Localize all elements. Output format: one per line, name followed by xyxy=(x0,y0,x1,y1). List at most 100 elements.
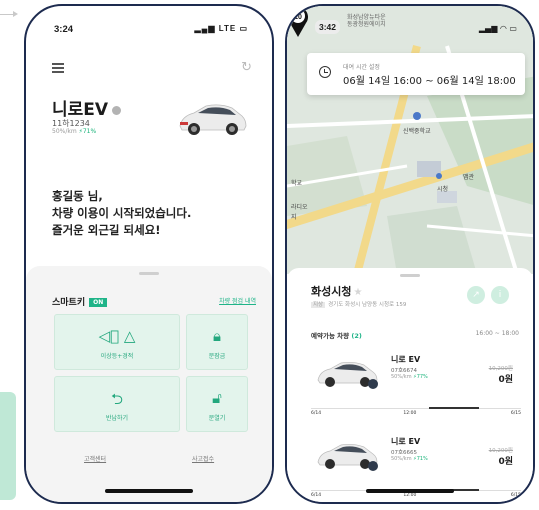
info-dot-icon[interactable] xyxy=(112,105,122,115)
battery-pct-value: 77% xyxy=(416,374,428,380)
car-image xyxy=(317,361,378,389)
original-price: 10,200원 xyxy=(488,448,513,454)
support-center-link[interactable]: 고객센터 xyxy=(84,454,106,463)
map-label-left-2: 라디오 xyxy=(291,204,308,211)
map-view[interactable]: 화성남양뉴타운 동광청원에이치 3:42 ▂▄▆ ◠ ▭ 대여 시간 설정 06… xyxy=(287,6,533,274)
battery-pct-value: 71% xyxy=(416,456,428,462)
horn-light-icon: ◁⃒ △ xyxy=(98,327,136,345)
map-label-left-3: 지 xyxy=(291,214,297,221)
phone-reservation: 화성남양뉴타운 동광청원에이치 3:42 ▂▄▆ ◠ ▭ 대여 시간 설정 06… xyxy=(285,4,535,504)
timeline-end: 6/15 xyxy=(510,493,521,498)
available-time: 16:00 ~ 18:00 xyxy=(475,330,519,337)
side-tab-decoration xyxy=(0,392,16,500)
rental-time-value: 06월 14일 16:00 ~ 06월 14일 18:00 xyxy=(343,76,516,87)
station-title: 화성시청 ★ xyxy=(311,283,362,299)
map-label-hall: 시청 xyxy=(437,186,449,193)
map-label-left-1: 학교 xyxy=(291,180,303,187)
info-icon[interactable]: i xyxy=(491,286,509,304)
timeline-end: 6/15 xyxy=(510,411,521,416)
arrow-line-decoration xyxy=(0,11,18,17)
station-address: 지상 경기도 화성시 남양동 시청로 159 xyxy=(311,300,406,308)
battery-pct: ⚡71% xyxy=(78,128,97,135)
timeline-start: 6/14 xyxy=(311,411,322,416)
share-icon[interactable]: ↗ xyxy=(467,286,485,304)
station-sheet: 화성시청 ★ 지상 경기도 화성시 남양동 시청로 159 ↗ i 예약가능 차량 … xyxy=(287,268,533,502)
timeline-selected-range xyxy=(428,407,479,409)
original-price: 10,200원 xyxy=(488,366,513,372)
timeline-start: 6/14 xyxy=(311,493,322,498)
car-name: 니로EV xyxy=(52,100,109,120)
car-card[interactable]: 니로 EV 07호6674 50%/km ⚡77% 10,200원 0원 xyxy=(307,348,525,408)
status-bar: 3:24 ▂▄▆ LTE ▭ xyxy=(54,24,248,38)
car-card[interactable]: 니로 EV 07호6665 50%/km ⚡71% 10,200원 0원 xyxy=(307,430,525,490)
status-time: 3:42 xyxy=(315,20,341,34)
map-label-top-1: 화성남양뉴타운 xyxy=(347,14,386,21)
greeting-line-2: 차량 이용이 시작되었습니다. xyxy=(52,206,192,220)
car-title: 니로EV xyxy=(52,95,122,120)
meter-prefix: 50%/km xyxy=(52,128,77,135)
status-time: 3:24 xyxy=(54,24,74,35)
sheet-handle[interactable] xyxy=(400,274,420,277)
screenshot-canvas: 3:24 ▂▄▆ LTE ▭ ↻ 니로EV 11하1234 50%/km ⚡71… xyxy=(0,0,539,510)
unlock-label: 문열기 xyxy=(208,415,226,422)
map-label-poi: 맵관 xyxy=(463,174,475,181)
unlock-icon: 🔓︎ xyxy=(212,389,222,407)
hamburger-menu-icon[interactable] xyxy=(52,63,64,73)
price: 0원 xyxy=(498,457,513,467)
smartkey-label: 스마트키 xyxy=(52,298,86,308)
refresh-icon[interactable]: ↻ xyxy=(241,60,252,75)
available-label: 예약가능 차량 xyxy=(311,332,350,340)
parking-tag: 지상 xyxy=(311,302,326,308)
price: 0원 xyxy=(498,375,513,385)
smartkey-on-badge: ON xyxy=(89,298,108,307)
map-label-school: 신백중학교 xyxy=(403,128,431,135)
greeting-line-3: 즐거운 외근길 되세요! xyxy=(52,223,161,237)
timeline-mid: 12:00 xyxy=(403,411,417,416)
greeting-message: 홍길동 님, 차량 이용이 시작되었습니다. 즐거운 외근길 되세요! xyxy=(52,188,191,239)
greeting-line-1: 홍길동 님, xyxy=(52,189,103,203)
map-top-labels: 화성남양뉴타운 동광청원에이치 xyxy=(347,14,386,28)
return-label: 반납하기 xyxy=(105,415,129,422)
station-name: 화성시청 xyxy=(311,285,352,298)
lock-button[interactable]: 🔒︎ 문잠금 xyxy=(186,314,248,370)
map-pin-icon[interactable]: 10 xyxy=(287,6,309,38)
horn-light-button[interactable]: ◁⃒ △ 이상등+경적 xyxy=(54,314,180,370)
car-plate: 07호6674 xyxy=(391,368,418,374)
car-image xyxy=(179,104,247,135)
favorite-star-icon[interactable]: ★ xyxy=(353,287,362,298)
car-image xyxy=(317,443,378,471)
horn-light-label: 이상등+경적 xyxy=(100,353,134,360)
car-meter: 50%/km ⚡71% xyxy=(52,128,96,135)
timeline-bar xyxy=(311,408,521,409)
available-cars-title: 예약가능 차량 (2) xyxy=(311,330,362,340)
timeline-mid: 12:00 xyxy=(403,493,417,498)
sheet-handle[interactable] xyxy=(139,272,159,275)
meter-prefix: 50%/km xyxy=(391,456,412,462)
smartkey-sheet: 스마트키 ON 차량 점검 내역 ◁⃒ △ 이상등+경적 🔒︎ 문잠금 ⮌ 반납하… xyxy=(26,266,272,502)
status-icons: ▂▄▆ LTE ▭ xyxy=(194,24,248,33)
available-count: (2) xyxy=(351,332,362,340)
lock-label: 문잠금 xyxy=(208,353,226,360)
inspection-history-link[interactable]: 차량 점검 내역 xyxy=(219,296,256,305)
car-plate: 07호6665 xyxy=(391,450,418,456)
smartkey-title: 스마트키 ON xyxy=(52,295,108,308)
map-label-top-2: 동광청원에이치 xyxy=(347,21,386,28)
availability-timeline: 6/14 12:00 6/15 xyxy=(311,407,521,418)
lock-icon: 🔒︎ xyxy=(213,327,221,345)
home-indicator xyxy=(366,489,454,493)
battery-pct: ⚡71% xyxy=(413,456,428,462)
phone-smartkey: 3:24 ▂▄▆ LTE ▭ ↻ 니로EV 11하1234 50%/km ⚡71… xyxy=(24,4,274,504)
car-name: 니로 EV xyxy=(391,437,421,446)
map-graphic xyxy=(287,6,533,274)
return-button[interactable]: ⮌ 반납하기 xyxy=(54,376,180,432)
accident-report-link[interactable]: 사고접수 xyxy=(192,454,214,463)
rental-time-label: 대여 시간 설정 xyxy=(343,64,380,71)
network-label: LTE xyxy=(218,24,237,33)
address-text: 경기도 화성시 남양동 시청로 159 xyxy=(328,302,407,308)
clock-icon xyxy=(319,66,331,78)
car-meter: 50%/km ⚡77% xyxy=(391,374,428,380)
battery-pct: ⚡77% xyxy=(413,374,428,380)
unlock-button[interactable]: 🔓︎ 문열기 xyxy=(186,376,248,432)
rental-time-box[interactable]: 대여 시간 설정 06월 14일 16:00 ~ 06월 14일 18:00 xyxy=(307,53,525,95)
status-icons: ▂▄▆ ◠ ▭ xyxy=(478,24,517,33)
